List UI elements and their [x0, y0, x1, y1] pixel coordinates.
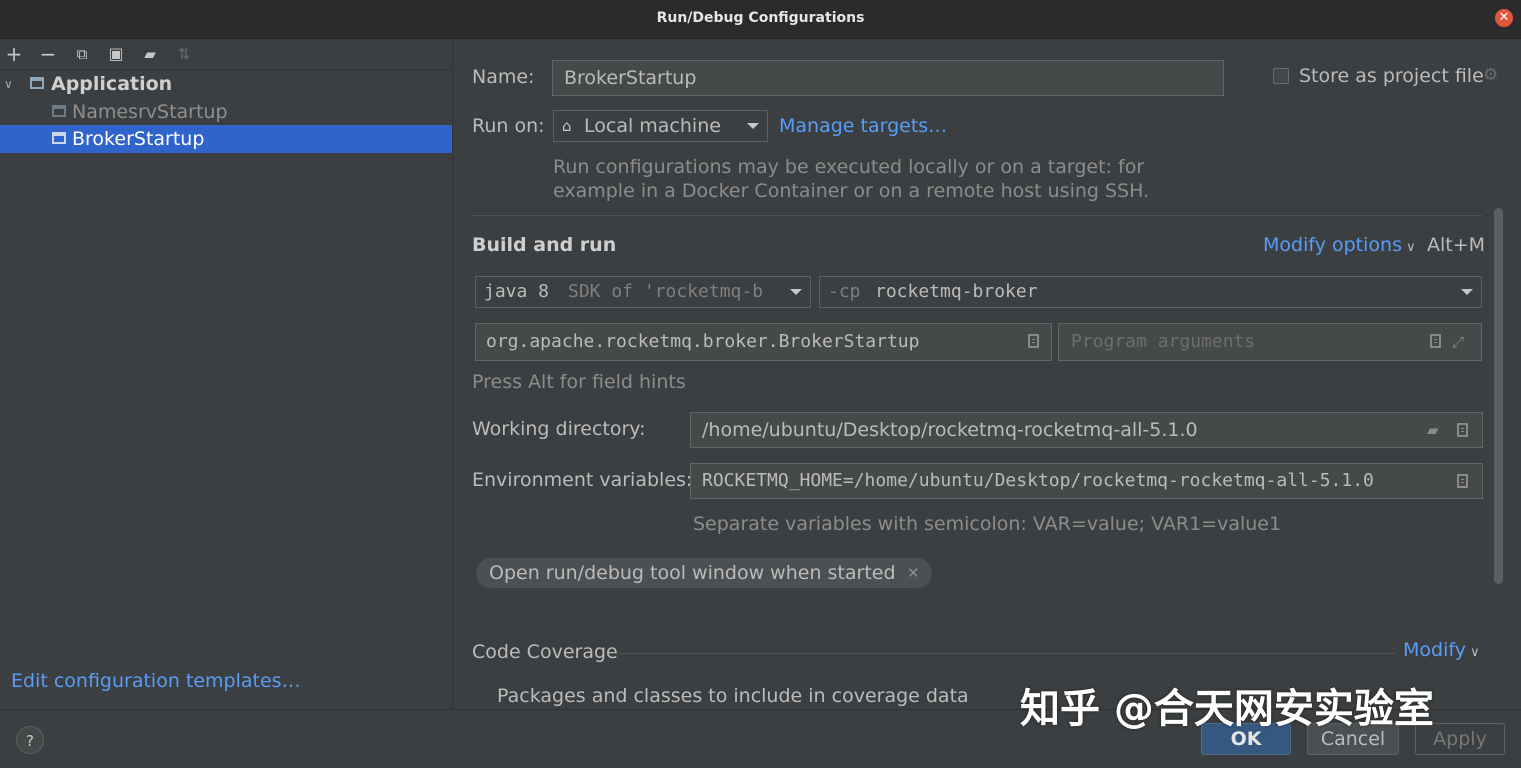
- build-and-run-title: Build and run: [472, 234, 617, 256]
- field-hints-text: Press Alt for field hints: [472, 371, 686, 393]
- working-directory-value: /home/ubuntu/Desktop/rocketmq-rocketmq-a…: [702, 419, 1198, 441]
- tree-item-label: BrokerStartup: [72, 128, 205, 150]
- working-directory-input[interactable]: /home/ubuntu/Desktop/rocketmq-rocketmq-a…: [690, 412, 1483, 448]
- program-arguments-placeholder: Program arguments: [1071, 331, 1256, 352]
- tree-group-label: Application: [51, 73, 173, 95]
- application-config-icon: [52, 132, 66, 144]
- expand-icon[interactable]: ⤢: [1452, 324, 1464, 360]
- remove-icon[interactable]: −: [36, 42, 60, 66]
- tree-group-application[interactable]: ∨ Application: [0, 70, 452, 98]
- sort-icon[interactable]: ⇅: [172, 42, 196, 66]
- main-class-input[interactable]: org.apache.rocketmq.broker.BrokerStartup: [475, 323, 1052, 361]
- help-button[interactable]: ?: [16, 726, 44, 754]
- cp-value: rocketmq-broker: [875, 281, 1038, 302]
- environment-variables-label: Environment variables:: [472, 469, 693, 491]
- jre-value: java 8: [484, 281, 550, 302]
- save-icon[interactable]: ▣: [104, 42, 128, 66]
- insert-macro-icon[interactable]: [1430, 334, 1441, 348]
- coverage-packages-label: Packages and classes to include in cover…: [497, 685, 969, 707]
- environment-variables-value: ROCKETMQ_HOME=/home/ubuntu/Desktop/rocke…: [702, 470, 1374, 491]
- copy-icon[interactable]: ⧉: [70, 42, 94, 66]
- section-divider: [472, 215, 1482, 216]
- chevron-down-icon: [790, 289, 802, 295]
- run-on-value: Local machine: [584, 115, 721, 137]
- close-icon[interactable]: ✕: [1495, 9, 1513, 27]
- tree-item-label: NamesrvStartup: [72, 101, 228, 123]
- environment-variables-hint: Separate variables with semicolon: VAR=v…: [693, 513, 1282, 535]
- name-label: Name:: [472, 66, 535, 88]
- jre-hint: SDK of 'rocketmq-b: [568, 281, 764, 302]
- vertical-scrollbar[interactable]: [1494, 208, 1503, 584]
- chevron-down-icon[interactable]: ∨: [4, 70, 13, 98]
- application-icon: [30, 77, 44, 89]
- store-as-project-file-checkbox[interactable]: [1273, 68, 1289, 84]
- new-folder-icon[interactable]: ▰: [138, 42, 162, 66]
- chevron-down-icon: ∨: [1401, 240, 1416, 255]
- window-title: Run/Debug Configurations: [656, 10, 865, 26]
- modify-options-label: Modify options: [1263, 234, 1402, 256]
- working-directory-label: Working directory:: [472, 418, 646, 440]
- home-icon: ⌂: [562, 117, 572, 135]
- run-on-hint-line1: Run configurations may be executed local…: [553, 156, 1145, 178]
- code-coverage-modify-link[interactable]: Modify ∨: [1403, 639, 1480, 661]
- edit-configuration-templates-link[interactable]: Edit configuration templates…: [11, 670, 301, 692]
- title-bar: Run/Debug Configurations ✕: [0, 0, 1521, 39]
- program-arguments-input[interactable]: Program arguments ⤢: [1058, 323, 1482, 361]
- insert-macro-icon[interactable]: [1457, 423, 1468, 437]
- chevron-down-icon: ∨: [1465, 645, 1480, 660]
- classpath-module-select[interactable]: -cp rocketmq-broker: [819, 276, 1482, 308]
- option-chip-label: Open run/debug tool window when started: [489, 562, 896, 584]
- run-on-select[interactable]: ⌂ Local machine: [553, 110, 768, 142]
- watermark: 知乎 @合天网安实验室: [1020, 686, 1434, 732]
- modify-options-link[interactable]: Modify options ∨: [1263, 234, 1416, 256]
- run-on-label: Run on:: [472, 115, 545, 137]
- add-icon[interactable]: +: [2, 42, 26, 66]
- run-on-hint-line2: example in a Docker Container or on a re…: [553, 180, 1150, 202]
- name-input[interactable]: BrokerStartup: [552, 60, 1224, 96]
- gear-icon[interactable]: ⚙: [1483, 65, 1498, 85]
- modify-options-shortcut: Alt+M: [1427, 234, 1486, 256]
- application-config-icon: [52, 105, 66, 117]
- folder-icon[interactable]: ▰: [1427, 413, 1439, 447]
- manage-targets-link[interactable]: Manage targets…: [779, 115, 947, 137]
- close-icon[interactable]: ✕: [907, 558, 920, 588]
- chevron-down-icon: [747, 123, 759, 129]
- tree-item-namesrvstartup[interactable]: NamesrvStartup: [0, 98, 452, 126]
- jre-select[interactable]: java 8 SDK of 'rocketmq-b: [475, 276, 811, 308]
- environment-variables-input[interactable]: ROCKETMQ_HOME=/home/ubuntu/Desktop/rocke…: [690, 463, 1483, 499]
- store-as-project-file-label: Store as project file: [1299, 65, 1484, 87]
- configurations-sidebar: + − ⧉ ▣ ▰ ⇅ ∨ Application NamesrvStartup…: [0, 39, 453, 709]
- coverage-modify-label: Modify: [1403, 639, 1466, 661]
- edit-environment-icon[interactable]: [1457, 474, 1468, 488]
- tree-item-brokerstartup[interactable]: BrokerStartup: [0, 125, 452, 153]
- chevron-down-icon: [1461, 289, 1473, 295]
- option-chip-open-tool-window[interactable]: Open run/debug tool window when started …: [476, 558, 932, 588]
- cp-prefix: -cp: [828, 281, 861, 302]
- code-coverage-title: Code Coverage: [472, 641, 618, 663]
- browse-class-icon[interactable]: [1028, 334, 1039, 348]
- section-divider: [617, 653, 1395, 654]
- main-class-value: org.apache.rocketmq.broker.BrokerStartup: [486, 331, 920, 352]
- sidebar-toolbar: + − ⧉ ▣ ▰ ⇅: [0, 39, 452, 70]
